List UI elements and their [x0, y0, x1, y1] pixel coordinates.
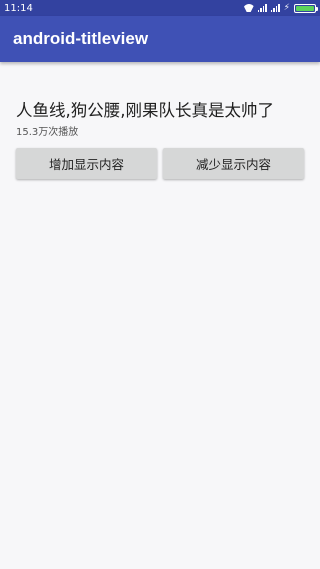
app-bar: android-titleview: [0, 16, 320, 62]
main-content: 人鱼线,狗公腰,刚果队长真是太帅了 15.3万次播放 增加显示内容 减少显示内容: [0, 101, 320, 179]
status-bar: 11:14 ⚡: [0, 0, 320, 16]
signal-icon: [257, 4, 267, 12]
battery-level: [296, 5, 314, 11]
wifi-icon: [244, 4, 254, 12]
play-count: 15.3万次播放: [16, 127, 79, 138]
status-time: 11:14: [4, 2, 33, 14]
increase-content-button[interactable]: 增加显示内容: [16, 148, 157, 179]
video-title: 人鱼线,狗公腰,刚果队长真是太帅了: [16, 101, 274, 120]
signal-icon-2: [270, 4, 280, 12]
app-title: android-titleview: [13, 29, 149, 48]
battery-icon: [294, 3, 318, 13]
charging-icon: ⚡: [283, 2, 290, 13]
button-row: 增加显示内容 减少显示内容: [16, 148, 304, 179]
status-icons: ⚡: [244, 2, 318, 13]
decrease-content-button[interactable]: 减少显示内容: [163, 148, 304, 179]
